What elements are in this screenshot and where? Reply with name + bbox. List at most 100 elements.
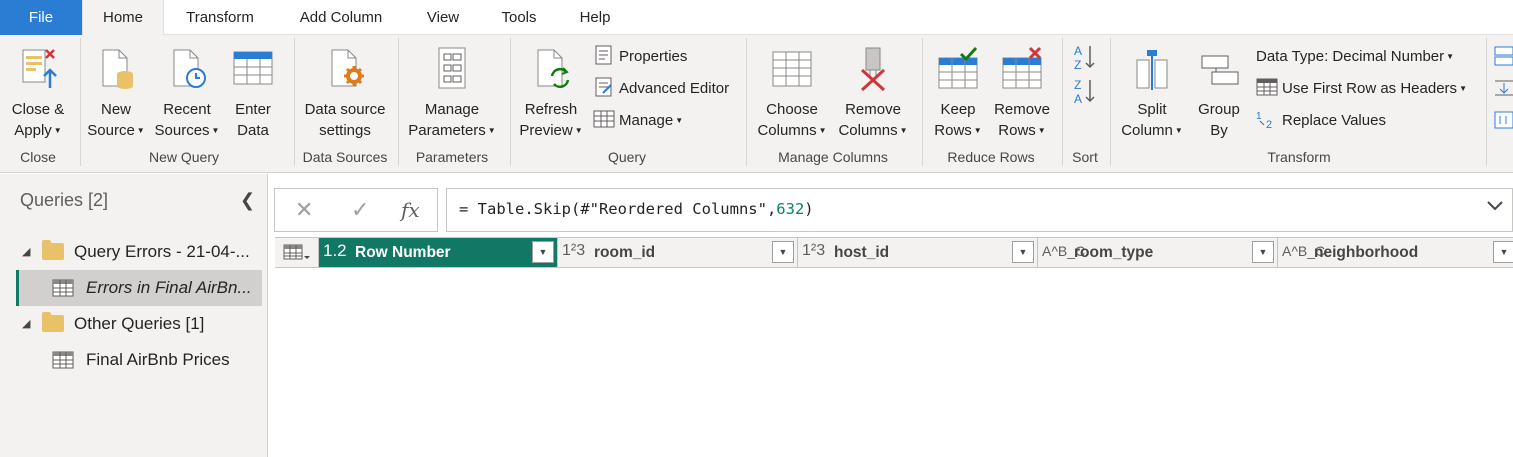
column-name: room_id [594, 244, 656, 261]
whole-number-type-icon[interactable]: 1²3 [562, 242, 585, 260]
new-source-button[interactable]: New Source ▼ [84, 43, 148, 143]
refresh-preview-label-1: Refresh [524, 101, 578, 118]
tab-transform[interactable]: Transform [172, 0, 268, 35]
expand-triangle-icon[interactable]: ◢ [22, 306, 30, 342]
tab-tools[interactable]: Tools [490, 0, 548, 35]
queries-pane-title: Queries [2] [20, 190, 109, 210]
query-item-final-airbnb-prices[interactable]: Final AirBnb Prices [16, 342, 262, 378]
advanced-editor-button[interactable]: Advanced Editor [593, 76, 729, 102]
column-header-neighborhood[interactable]: A^B_C neighborhood ▼ [1278, 238, 1513, 267]
refresh-preview-label-2: Preview [519, 122, 573, 139]
choose-columns-button[interactable]: Choose Columns ▼ [752, 43, 832, 143]
remove-rows-icon [1002, 46, 1042, 89]
fx-icon[interactable]: fx [401, 198, 420, 222]
query-item-errors-in-final-airbnb[interactable]: Errors in Final AirBn... [16, 270, 262, 306]
query-item-errors-label: Errors in Final AirBn... [86, 278, 252, 297]
keep-rows-icon [938, 46, 978, 89]
sort-descending-icon[interactable]: Z A [1072, 77, 1098, 105]
column-name: neighborhood [1314, 244, 1419, 261]
column-header-host-id[interactable]: 1²3 host_id ▼ [798, 238, 1038, 267]
svg-text:A: A [1074, 92, 1082, 105]
remove-columns-label-1: Remove [845, 101, 901, 118]
svg-text:1: 1 [1256, 111, 1262, 122]
column-filter-dropdown[interactable]: ▼ [772, 241, 794, 263]
column-header-room-type[interactable]: A^B_C room_type ▼ [1038, 238, 1278, 267]
group-label-reduce-rows: Reduce Rows [947, 149, 1035, 165]
recent-sources-button[interactable]: Recent Sources ▼ [150, 43, 224, 143]
close-apply-button[interactable]: Close & Apply ▼ [4, 43, 72, 143]
decimal-type-icon[interactable]: 1.2 [323, 241, 347, 261]
properties-icon [595, 45, 612, 65]
tab-view[interactable]: View [414, 0, 472, 35]
close-apply-label-2: Apply [14, 122, 52, 139]
svg-text:Z: Z [1074, 78, 1081, 92]
table-icon [52, 279, 74, 297]
cancel-formula-icon[interactable]: ✕ [295, 197, 313, 223]
chevron-down-icon: ▼ [1174, 126, 1183, 135]
grid-header: 1.2 Row Number ▼ 1²3 room_id ▼ 1²3 host_… [275, 237, 1513, 268]
group-divider [1062, 38, 1063, 166]
combine-files-icon[interactable] [1494, 109, 1513, 131]
ribbon: Close & Apply ▼ Close New Source ▼ Recent … [0, 35, 1513, 173]
remove-rows-label-2: Rows [998, 122, 1036, 139]
column-filter-dropdown[interactable]: ▼ [1252, 241, 1274, 263]
use-first-row-headers-button[interactable]: Use First Row as Headers ▼ [1256, 76, 1467, 102]
data-source-settings-button[interactable]: Data source settings [298, 43, 392, 143]
append-queries-icon[interactable] [1494, 45, 1513, 67]
remove-rows-button[interactable]: Remove Rows ▼ [990, 43, 1054, 143]
chevron-down-icon: ▼ [973, 126, 982, 135]
chevron-down-icon: ▼ [211, 126, 220, 135]
column-filter-dropdown[interactable]: ▼ [1012, 241, 1034, 263]
formula-input[interactable]: = Table.Skip(#"Reordered Columns",632) [446, 188, 1513, 232]
expand-triangle-icon[interactable]: ◢ [22, 234, 30, 270]
remove-columns-label-2: Columns [838, 122, 898, 139]
group-divider [1486, 38, 1487, 166]
recent-sources-label-1: Recent [163, 101, 211, 118]
group-by-icon [1201, 55, 1239, 85]
properties-button[interactable]: Properties [593, 44, 687, 70]
expand-formula-icon[interactable] [1486, 199, 1504, 213]
group-label-sort: Sort [1072, 149, 1098, 165]
table-menu-button[interactable] [275, 238, 319, 267]
tab-home[interactable]: Home [82, 0, 164, 36]
column-filter-dropdown[interactable]: ▼ [532, 241, 554, 263]
split-column-button[interactable]: Split Column ▼ [1116, 43, 1188, 143]
query-group-other[interactable]: ◢ Other Queries [1] [16, 306, 262, 342]
tab-help[interactable]: Help [566, 0, 624, 35]
keep-rows-button[interactable]: Keep Rows ▼ [928, 43, 988, 143]
chevron-down-icon: ▼ [487, 126, 496, 135]
enter-data-button[interactable]: Enter Data [226, 43, 280, 143]
advanced-editor-icon [595, 77, 612, 97]
group-label-data-sources: Data Sources [302, 149, 388, 165]
data-type-label: Data Type: Decimal Number [1256, 48, 1445, 65]
svg-text:Z: Z [1074, 58, 1081, 71]
choose-columns-label-1: Choose [766, 101, 818, 118]
column-header-row-number[interactable]: 1.2 Row Number ▼ [319, 238, 558, 267]
tab-add-column[interactable]: Add Column [286, 0, 396, 35]
group-by-button[interactable]: Group By [1190, 43, 1248, 143]
choose-columns-label-2: Columns [757, 122, 817, 139]
replace-values-button[interactable]: 1 2 Replace Values [1256, 108, 1386, 134]
table-menu-icon [283, 244, 310, 260]
group-divider [1110, 38, 1111, 166]
tab-file[interactable]: File [0, 0, 82, 35]
remove-columns-button[interactable]: Remove Columns ▼ [834, 43, 912, 143]
replace-values-label: Replace Values [1282, 112, 1386, 129]
data-type-dropdown[interactable]: Data Type: Decimal Number ▼ [1256, 44, 1454, 70]
enter-data-label-2: Data [237, 122, 269, 139]
query-group-errors[interactable]: ◢ Query Errors - 21-04-... [16, 234, 262, 270]
whole-number-type-icon[interactable]: 1²3 [802, 242, 825, 260]
manage-parameters-button[interactable]: Manage Parameters ▼ [402, 43, 502, 143]
commit-formula-icon[interactable]: ✓ [351, 197, 369, 223]
sort-ascending-icon[interactable]: A Z [1072, 43, 1098, 71]
manage-label: Manage [619, 112, 674, 129]
collapse-pane-icon[interactable]: ❮ [240, 190, 255, 211]
manage-button[interactable]: Manage ▼ [593, 108, 683, 134]
close-apply-icon [22, 49, 57, 88]
column-filter-dropdown[interactable]: ▼ [1493, 241, 1513, 263]
manage-parameters-icon [438, 47, 466, 89]
refresh-preview-button[interactable]: Refresh Preview ▼ [514, 43, 588, 143]
merge-queries-icon[interactable] [1494, 77, 1513, 99]
recent-sources-label-2: Sources [154, 122, 210, 139]
column-header-room-id[interactable]: 1²3 room_id ▼ [558, 238, 798, 267]
